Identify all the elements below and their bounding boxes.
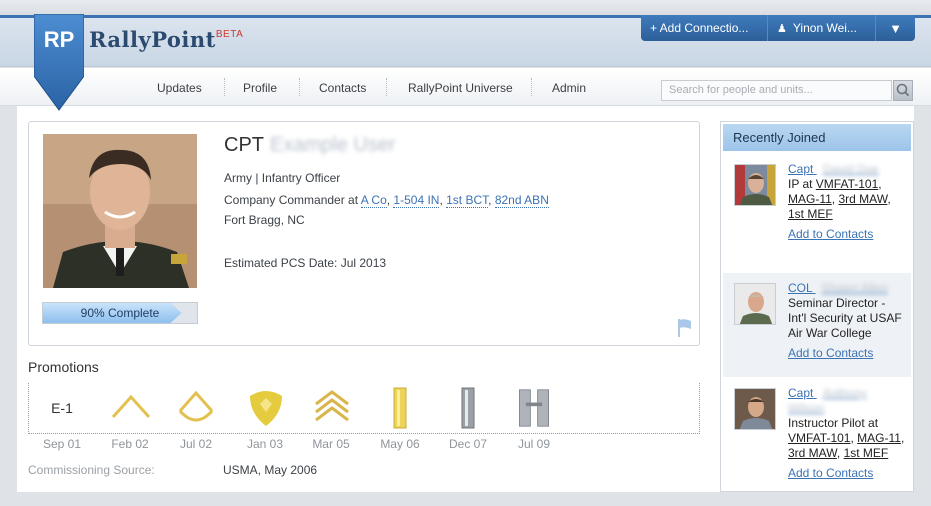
brand-text: RallyPoint [89,27,216,52]
chevron-insignia-icon [111,388,151,428]
member-name-link[interactable]: Capt Anthony Wilson [788,386,867,415]
promotion-date: Feb 02 [111,437,149,451]
recently-joined-text: Capt Anthony Wilson Instructor Pilot at … [788,386,906,481]
member-role: IP at [788,177,816,191]
unit-link[interactable]: A Co [360,193,387,208]
avatar[interactable] [734,388,776,430]
org-link[interactable]: MAG-11 [788,192,832,206]
member-rank: Capt [788,386,814,400]
recently-joined-text: COL Shawn Allen Seminar Director - Int'l… [788,281,906,361]
nav-divider [224,78,225,96]
promotion-date: Jul 09 [517,437,551,451]
beta-badge: BETA [215,29,244,40]
progress-label: 90% Complete [80,306,160,320]
member-role: Instructor Pilot at [788,416,879,430]
member-role: Seminar Director - Int'l Security at USA… [788,296,902,340]
promotion-date: May 06 [380,437,420,451]
nav-contacts[interactable]: Contacts [319,81,366,95]
captain-bars-icon [514,388,554,428]
role-text: Company Commander at [224,193,361,207]
nav-divider [386,78,387,96]
recently-joined-item: COL Shawn Allen Seminar Director - Int'l… [723,273,911,377]
profile-name: Example User [270,134,396,156]
nav-admin[interactable]: Admin [552,81,586,95]
role-line: Company Commander at A Co, 1-504 IN, 1st… [224,193,549,208]
logo-badge[interactable]: RP [34,14,84,112]
nav-updates[interactable]: Updates [157,81,202,95]
unit-link[interactable]: 1-504 IN [393,193,440,208]
logo-initials: RP [44,27,75,52]
chevron-rocker-insignia-icon [176,388,216,428]
promotions-heading: Promotions [28,359,99,375]
profile-title: CPT Example User [224,134,396,157]
user-icon: ♟ [777,22,787,35]
add-to-contacts-link[interactable]: Add to Contacts [788,227,906,242]
first-lieutenant-bar-icon [448,387,488,429]
add-to-contacts-link[interactable]: Add to Contacts [788,466,906,481]
promotion-date: Dec 07 [448,437,488,451]
commissioning-label: Commissioning Source: [28,463,155,477]
e1-label: E-1 [51,400,73,416]
sergeant-insignia-icon [312,388,352,428]
org-link[interactable]: VMFAT-101 [816,177,878,191]
insignia-e1: E-1 [42,388,82,428]
search-icon [896,83,910,97]
promotion-date: Sep 01 [42,437,82,451]
member-name-link[interactable]: COL Shawn Allen [788,281,888,295]
member-name: David Doe [822,162,879,176]
promotion-date: Mar 05 [312,437,350,451]
user-name: Yinon Wei... [792,21,857,35]
brand-name[interactable]: RallyPointBETA [89,27,243,52]
nav-divider [299,78,300,96]
org-link[interactable]: VMFAT-101 [788,431,850,445]
org-link[interactable]: 1st MEF [788,207,833,221]
location-line: Fort Bragg, NC [224,213,305,227]
account-bar: + Add Connectio... ♟ Yinon Wei... ▼ [641,15,915,41]
search-button[interactable] [893,80,913,101]
flag-icon[interactable] [677,318,693,338]
promotion-date: Jul 02 [179,437,213,451]
avatar[interactable] [734,164,776,206]
member-name: Shawn Allen [821,281,888,295]
top-strip [0,0,931,15]
recently-joined-item: Capt Anthony Wilson Instructor Pilot at … [723,378,911,491]
profile-photo[interactable] [43,134,197,288]
org-link[interactable]: 1st MEF [844,446,889,460]
nav-profile[interactable]: Profile [243,81,277,95]
add-to-contacts-link[interactable]: Add to Contacts [788,346,906,361]
nav-divider [531,78,532,96]
specialist-insignia-icon [246,388,286,428]
org-link[interactable]: 3rd MAW [788,446,837,460]
promotion-date: Jan 03 [246,437,284,451]
member-name-link[interactable]: Capt David Doe [788,162,879,176]
org-link[interactable]: 3rd MAW [838,192,887,206]
second-lieutenant-bar-icon [380,387,420,429]
member-rank: COL [788,281,813,295]
branch-line: Army | Infantry Officer [224,171,341,185]
profile-rank: CPT [224,134,264,156]
avatar[interactable] [734,283,776,325]
search-input[interactable]: Search for people and units... [661,80,892,101]
commissioning-value: USMA, May 2006 [223,463,318,477]
org-link[interactable]: MAG-11 [857,431,901,445]
user-menu[interactable]: ♟ Yinon Wei... [768,15,876,41]
recently-joined-heading: Recently Joined [723,124,911,151]
add-connections-button[interactable]: + Add Connectio... [641,15,768,41]
unit-link[interactable]: 1st BCT [446,193,489,208]
pcs-line: Estimated PCS Date: Jul 2013 [224,256,387,270]
recently-joined-item: Capt David Doe IP at VMFAT-101, MAG-11, … [723,154,911,272]
member-rank: Capt [788,162,814,176]
profile-completion-bar: 90% Complete [42,302,198,324]
recently-joined-text: Capt David Doe IP at VMFAT-101, MAG-11, … [788,162,906,242]
dropdown-toggle-button[interactable]: ▼ [876,15,915,41]
unit-link[interactable]: 82nd ABN [494,193,549,208]
nav-rallypoint-universe[interactable]: RallyPoint Universe [408,81,513,95]
chevron-down-icon: ▼ [889,20,902,36]
